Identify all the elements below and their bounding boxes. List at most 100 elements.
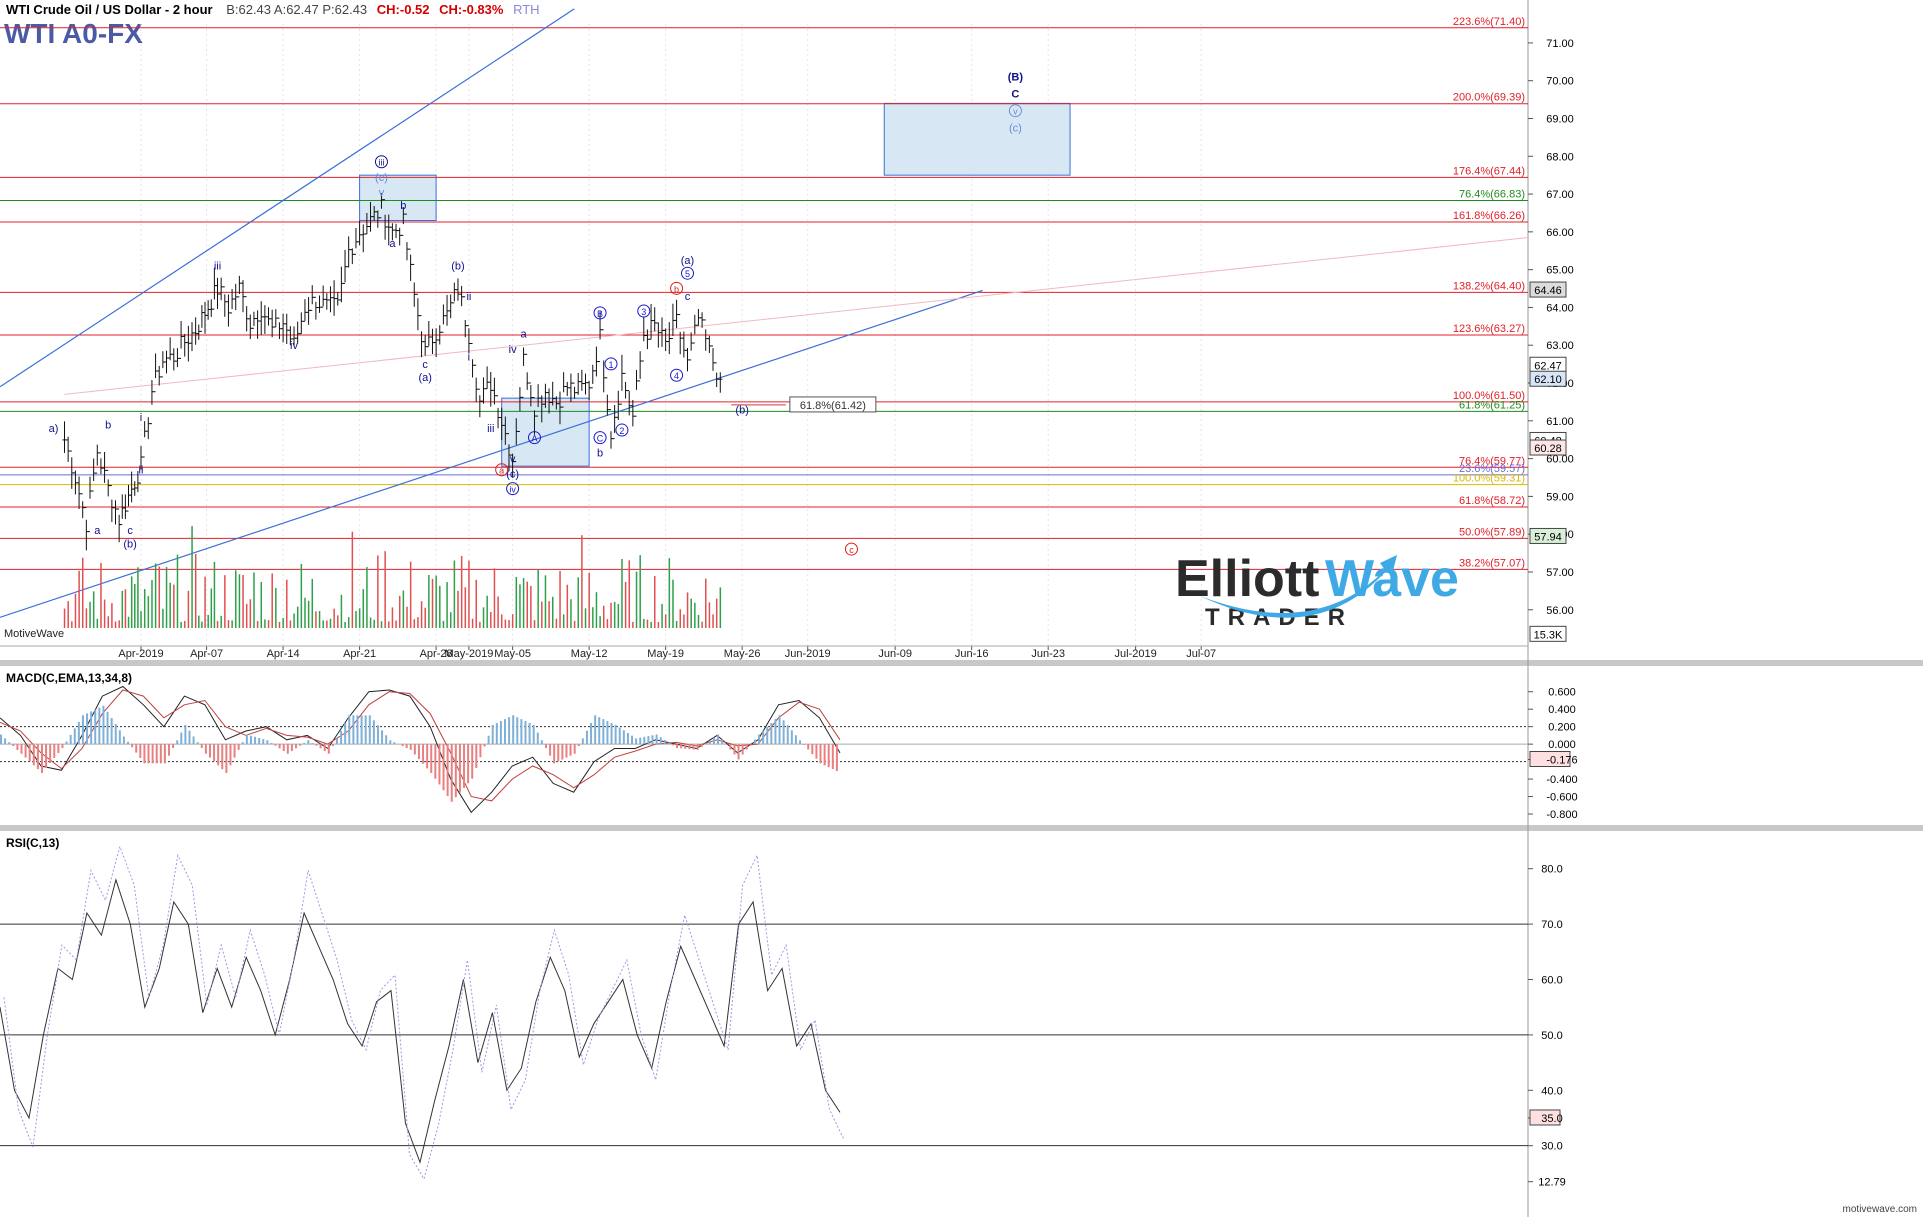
macd-histogram-bar	[528, 722, 531, 745]
volume-bar	[362, 589, 365, 628]
macd-histogram-bar	[655, 734, 658, 745]
macd-tick-label: -0.600	[1546, 792, 1577, 804]
macd-histogram-bar	[176, 740, 179, 745]
volume-bar	[158, 566, 161, 628]
macd-histogram-bar	[778, 715, 781, 745]
volume-bar	[307, 600, 310, 628]
volume-bar	[322, 620, 324, 628]
macd-histogram-bar	[516, 717, 519, 745]
volume-bar	[201, 621, 203, 628]
volume-bar	[530, 585, 532, 628]
volume-bar	[315, 611, 317, 628]
macd-histogram-bar	[708, 740, 711, 745]
macd-tick-label: 0.400	[1548, 704, 1576, 716]
volume-bar	[143, 589, 146, 628]
wave-label: (b)	[123, 538, 136, 550]
chart-canvas[interactable]: Apr-2019 Apr-07 Apr-14 Apr-21 Apr-28May-2019…	[0, 0, 1923, 1217]
fib-level-label: 50.0%(57.89)	[1459, 526, 1525, 538]
macd-histogram-bar	[225, 744, 228, 773]
price-tag-label: 62.47	[1534, 360, 1562, 372]
macd-histogram-bar	[442, 744, 445, 791]
volume-bar	[471, 618, 474, 628]
volume-bar	[224, 575, 226, 628]
volume-bar	[293, 613, 295, 628]
macd-histogram-bar	[245, 734, 248, 745]
macd-histogram-bar	[774, 719, 777, 745]
wave-label: b	[674, 284, 679, 294]
wave-label: (b)	[735, 404, 748, 416]
volume-bar	[431, 578, 434, 628]
macd-histogram-bar	[0, 734, 2, 745]
date-tick-label: Jun-2019	[785, 648, 831, 660]
macd-histogram-bar	[45, 744, 48, 768]
volume-bar	[490, 611, 492, 628]
volume-bar	[493, 568, 496, 628]
volume-bar	[701, 621, 703, 628]
macd-histogram-bar	[544, 744, 547, 748]
wave-label: a	[94, 525, 101, 537]
volume-bar	[147, 596, 150, 628]
volume-bar	[151, 580, 153, 628]
volume-bar	[366, 567, 368, 628]
date-tick-label: Jun-16	[955, 648, 989, 660]
volume-bar	[417, 617, 419, 628]
macd-histogram-bar	[131, 744, 134, 748]
volume-bar	[566, 584, 569, 628]
volume-bar	[377, 555, 379, 628]
date-tick-label: May-2019	[444, 648, 493, 660]
macd-histogram-bar	[376, 725, 379, 745]
macd-histogram-bar	[700, 744, 703, 747]
wave-label: i	[468, 351, 470, 363]
volume-bar	[92, 591, 95, 628]
macd-histogram-bar	[180, 732, 183, 745]
volume-bar	[577, 577, 579, 628]
macd-histogram-bar	[192, 736, 195, 745]
volume-bar	[333, 608, 335, 628]
wave-label: iv	[290, 340, 298, 352]
volume-bar	[169, 582, 171, 628]
price-tick-label: 59.00	[1546, 491, 1574, 503]
macd-tick-label: -0.400	[1546, 774, 1577, 786]
volume-bar	[442, 620, 445, 628]
volume-bar	[114, 621, 117, 628]
rsi-tick-label: 30.0	[1541, 1141, 1562, 1153]
wave-label: b	[597, 448, 603, 460]
macd-title: MACD(C,EMA,13,34,8)	[6, 671, 132, 685]
macd-histogram-bar	[372, 720, 375, 745]
wave-label: iii	[378, 158, 384, 168]
macd-tick-label: -0.800	[1546, 809, 1577, 821]
macd-histogram-bar	[803, 744, 806, 745]
volume-bar	[253, 572, 255, 628]
macd-histogram-bar	[262, 739, 265, 745]
volume-bar	[220, 615, 222, 628]
volume-bar	[318, 611, 321, 628]
macd-histogram-bar	[491, 724, 494, 745]
macd-histogram-bar	[102, 705, 105, 745]
macd-histogram-bar	[495, 722, 498, 745]
macd-histogram-bar	[635, 738, 638, 745]
wave-label: c	[685, 291, 691, 303]
wave-label: 2	[619, 426, 624, 436]
date-tick-label: May-12	[571, 648, 608, 660]
wave-label: (c)	[1009, 123, 1022, 135]
wave-label: B	[597, 309, 603, 319]
macd-histogram-bar	[753, 739, 756, 745]
volume-bar	[581, 535, 583, 628]
macd-histogram-bar	[229, 744, 232, 766]
volume-bar	[439, 585, 441, 628]
volume-bar	[337, 615, 339, 628]
wave-label: iii	[487, 423, 494, 435]
volume-bar	[584, 608, 587, 628]
macd-histogram-bar	[278, 744, 281, 749]
rsi-tick-label: 80.0	[1541, 864, 1562, 876]
date-tick-label: Apr-14	[267, 648, 300, 660]
volume-bar	[562, 614, 565, 628]
macd-histogram-bar	[835, 744, 838, 772]
volume-bar	[118, 620, 120, 628]
fib-level-label: 61.8%(61.25)	[1459, 399, 1525, 411]
volume-bar	[559, 570, 561, 628]
volume-bar	[130, 576, 133, 628]
macd-histogram-bar	[610, 722, 613, 745]
macd-histogram-bar	[241, 742, 244, 745]
macd-histogram-bar	[266, 740, 269, 745]
